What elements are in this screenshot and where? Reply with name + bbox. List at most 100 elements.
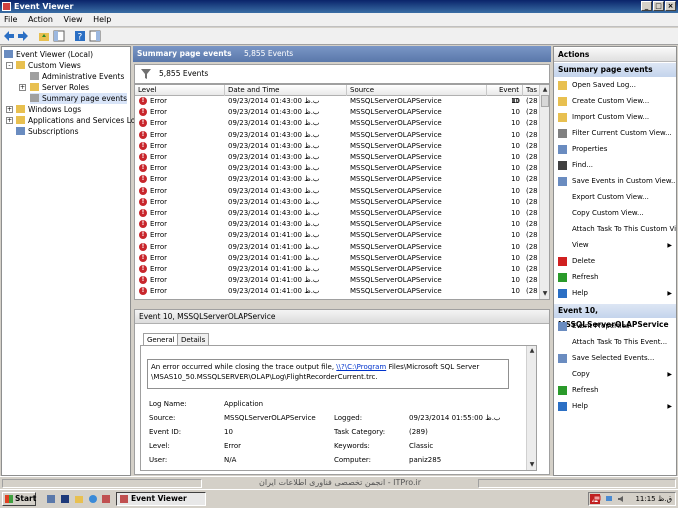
tree-node-summary-page-events[interactable]: Summary page events — [30, 93, 128, 104]
table-row[interactable]: ! Error 09/23/2014 01:43:00 ب.ظ MSSQLServer… — [135, 219, 541, 230]
server-manager-icon[interactable] — [46, 494, 56, 504]
action-attach-task[interactable]: Attach Task To This Custom View... — [554, 222, 676, 237]
menu-file[interactable]: File — [0, 13, 21, 27]
up-folder-icon[interactable] — [38, 30, 50, 42]
menu-view[interactable]: View — [60, 13, 87, 27]
cell-event-id: 10 — [511, 164, 520, 173]
cell-level: Error — [150, 153, 168, 161]
minimize-button[interactable]: _ — [641, 1, 652, 11]
grid-scrollbar[interactable]: ▲ ▼ — [539, 85, 549, 299]
expand-icon[interactable]: + — [6, 106, 13, 113]
table-row[interactable]: ! Error 09/23/2014 01:43:00 ب.ظ MSSQLServer… — [135, 130, 541, 141]
action-help[interactable]: Help ▶ — [554, 399, 676, 414]
internet-explorer-icon[interactable] — [88, 494, 98, 504]
action-find[interactable]: Find... — [554, 158, 676, 173]
table-row[interactable]: ! Error 09/23/2014 01:43:00 ب.ظ MSSQLServer… — [135, 96, 541, 107]
show-hide-tree-icon[interactable] — [53, 30, 65, 42]
expand-icon[interactable]: + — [6, 117, 13, 124]
cell-source: MSSQLServerOLAPService — [350, 197, 442, 206]
tree-node-admin-events[interactable]: Administrative Events — [30, 71, 124, 82]
menu-help[interactable]: Help — [89, 13, 115, 27]
trace-file-link[interactable]: \\?\C:\Program — [336, 363, 386, 371]
scroll-up-icon[interactable]: ▲ — [527, 346, 537, 356]
table-row[interactable]: !Error09/23/2014 01:41:00 ب.ظMSSQLServer… — [135, 230, 541, 241]
action-save[interactable]: Save Events in Custom View... — [554, 174, 676, 189]
maximize-button[interactable]: □ — [653, 1, 664, 11]
table-row[interactable]: !Error09/23/2014 01:41:00 ب.ظMSSQLServer… — [135, 298, 541, 299]
action-copy[interactable]: Copy Custom View... — [554, 206, 676, 221]
forward-arrow-icon[interactable] — [17, 30, 29, 42]
scroll-down-icon[interactable]: ▼ — [527, 460, 537, 470]
action-view[interactable]: View ▶ — [554, 238, 676, 253]
action-refresh[interactable]: Refresh — [554, 270, 676, 285]
action-export[interactable]: Export Custom View... — [554, 190, 676, 205]
tree-node-apps-services[interactable]: Applications and Services Logs — [16, 115, 144, 126]
collapse-icon[interactable]: - — [6, 62, 13, 69]
table-row[interactable]: ! Error 09/23/2014 01:43:00 ب.ظ MSSQLServer… — [135, 197, 541, 208]
event-message[interactable]: An error occurred while closing the trac… — [147, 359, 509, 389]
action-filter[interactable]: Filter Current Custom View... — [554, 126, 676, 141]
column-source[interactable]: Source — [347, 85, 487, 96]
error-icon: ! — [139, 209, 147, 217]
table-row[interactable]: !Error09/23/2014 01:41:00 ب.ظMSSQLServer… — [135, 242, 541, 253]
network-icon[interactable] — [605, 495, 613, 503]
action-import-view[interactable]: Import Custom View... — [554, 110, 676, 125]
tree-node-windows-logs[interactable]: Windows Logs — [16, 104, 81, 115]
flag-icon[interactable] — [593, 495, 601, 503]
back-arrow-icon[interactable] — [3, 30, 15, 42]
action-open-log[interactable]: Open Saved Log... — [554, 78, 676, 93]
action-save[interactable]: Save Selected Events... — [554, 351, 676, 366]
action-delete[interactable]: Delete — [554, 254, 676, 269]
tree-node-server-roles[interactable]: Server Roles — [30, 82, 89, 93]
action-help[interactable]: Help ▶ — [554, 286, 676, 301]
scroll-up-icon[interactable]: ▲ — [540, 85, 549, 95]
table-row[interactable]: ! Error 09/23/2014 01:43:00 ب.ظ MSSQLServer… — [135, 208, 541, 219]
cell-level: Error — [150, 119, 168, 128]
table-row[interactable]: !Error09/23/2014 01:41:00 ب.ظMSSQLServer… — [135, 264, 541, 275]
tree-node-root[interactable]: Event Viewer (Local) — [4, 49, 93, 60]
actions-section-summary[interactable]: Summary page events — [554, 63, 676, 77]
copy-icon — [558, 209, 567, 218]
column-date-time[interactable]: Date and Time — [225, 85, 347, 96]
export-icon — [558, 193, 567, 202]
actions-section-event[interactable]: Event 10, MSSQLServerOLAPService — [554, 304, 676, 329]
column-event-id[interactable]: Event ID — [487, 85, 523, 105]
label-level: Level: — [149, 442, 170, 450]
scroll-thumb[interactable] — [541, 95, 549, 107]
action-attach-task[interactable]: Attach Task To This Event... — [554, 335, 676, 350]
help-icon — [558, 289, 567, 298]
show-hide-action-pane-icon[interactable] — [89, 30, 101, 42]
table-row[interactable]: ! Error 09/23/2014 01:43:00 ب.ظ MSSQLServer… — [135, 174, 541, 185]
action-copy[interactable]: Copy ▶ — [554, 367, 676, 382]
expand-icon[interactable]: + — [19, 84, 26, 91]
action-properties[interactable]: Properties — [554, 142, 676, 157]
event-viewer-icon[interactable] — [101, 494, 111, 504]
close-button[interactable]: × — [665, 1, 676, 11]
help-icon[interactable]: ? — [74, 30, 86, 42]
powershell-icon[interactable] — [60, 494, 70, 504]
table-row[interactable]: !Error09/23/2014 01:41:00 ب.ظMSSQLServer… — [135, 286, 541, 297]
action-create-view[interactable]: Create Custom View... — [554, 94, 676, 109]
table-row[interactable]: !Error09/23/2014 01:41:00 ب.ظMSSQLServer… — [135, 253, 541, 264]
tree-node-subscriptions[interactable]: Subscriptions — [16, 126, 79, 137]
table-row[interactable]: ! Error 09/23/2014 01:43:00 ب.ظ MSSQLServer… — [135, 118, 541, 129]
action-event-properties[interactable]: Event Properties — [554, 319, 676, 334]
start-button[interactable]: Start — [2, 492, 36, 506]
table-row[interactable]: ! Error 09/23/2014 01:43:00 ب.ظ MSSQLServer… — [135, 163, 541, 174]
action-refresh[interactable]: Refresh — [554, 383, 676, 398]
table-row[interactable]: ! Error 09/23/2014 01:43:00 ب.ظ MSSQLServer… — [135, 152, 541, 163]
menu-action[interactable]: Action — [24, 13, 57, 27]
volume-icon[interactable] — [617, 495, 625, 503]
column-level[interactable]: Level — [135, 85, 225, 96]
explorer-icon[interactable] — [74, 494, 84, 504]
clock[interactable]: ق.ظ 11:15 — [635, 495, 672, 503]
event-viewer-icon — [4, 50, 13, 58]
table-row[interactable]: ! Error 09/23/2014 01:43:00 ب.ظ MSSQLServer… — [135, 141, 541, 152]
taskbar-event-viewer[interactable]: Event Viewer — [116, 492, 206, 506]
detail-scrollbar[interactable]: ▲ ▼ — [526, 346, 536, 470]
scroll-down-icon[interactable]: ▼ — [540, 289, 549, 299]
tree-node-custom-views[interactable]: Custom Views — [16, 60, 81, 71]
table-row[interactable]: ! Error 09/23/2014 01:43:00 ب.ظ MSSQLServer… — [135, 186, 541, 197]
table-row[interactable]: !Error09/23/2014 01:41:00 ب.ظMSSQLServer… — [135, 275, 541, 286]
table-row[interactable]: ! Error 09/23/2014 01:43:00 ب.ظ MSSQLServer… — [135, 107, 541, 118]
